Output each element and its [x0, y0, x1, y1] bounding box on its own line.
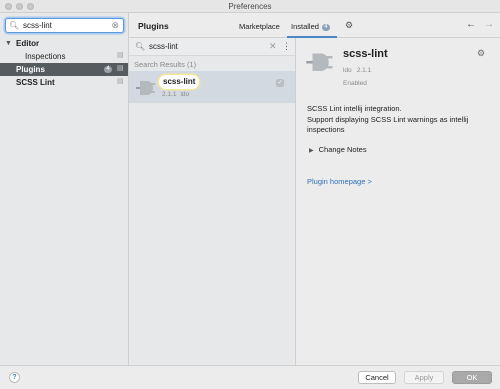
clear-search-icon[interactable]: ✕ — [269, 41, 277, 52]
plugins-count-badge: 4 — [104, 66, 112, 73]
ok-button[interactable]: OK — [452, 371, 492, 384]
installed-count-badge: 4 — [321, 24, 330, 31]
chevron-right-icon: ▶ — [309, 148, 314, 154]
plugin-homepage-link[interactable]: Plugin homepage > — [307, 177, 372, 186]
more-options-icon[interactable]: ⋮ — [282, 41, 291, 52]
plugin-name: scss-lint — [159, 75, 200, 89]
settings-sidebar: 🔍︎ scss-lint ⊗ ▼ Editor Inspections ▤ Pl… — [0, 13, 129, 365]
change-notes-toggle[interactable]: ▶ Change Notes — [309, 145, 367, 154]
plugin-list-panel: 🔍︎ scss-lint ✕ ⋮ Search Results (1) scss… — [129, 38, 296, 365]
search-results-label: Search Results (1) — [134, 60, 197, 69]
search-icon: 🔍︎ — [9, 21, 20, 30]
plugin-search-input[interactable]: 🔍︎ scss-lint ✕ ⋮ — [129, 38, 295, 56]
plugin-description-line1: SCSS Lint intellij integration. — [307, 104, 402, 113]
plugin-description-line2: Support displaying SCSS Lint warnings as… — [307, 115, 469, 134]
chevron-down-icon[interactable]: ▼ — [5, 37, 12, 50]
plugin-meta: 2.1.1 ldo — [162, 91, 189, 98]
sidebar-item-label: SCSS Lint — [16, 78, 55, 87]
project-settings-icon: ▤ — [117, 52, 124, 59]
sidebar-item-label: Plugins — [16, 65, 45, 74]
page-title: Plugins — [138, 21, 169, 31]
plugins-header: Plugins Marketplace Installed 4 ⚙︎ ← → — [129, 13, 500, 38]
sidebar-item-label: Inspections — [25, 52, 66, 61]
plugin-detail-panel: scss-lint ldo 2.1.1 Enabled ⚙︎ SCSS Lint … — [296, 38, 500, 365]
plugin-detail-vendor: ldo — [343, 67, 352, 74]
help-button[interactable]: ? — [9, 372, 20, 383]
plugin-detail-meta: ldo 2.1.1 — [343, 67, 371, 74]
change-notes-label: Change Notes — [318, 145, 367, 154]
tab-marketplace[interactable]: Marketplace — [239, 22, 280, 31]
plugin-version: 2.1.1 — [162, 91, 177, 98]
gear-icon[interactable]: ⚙︎ — [477, 48, 485, 59]
plugin-icon — [136, 81, 155, 95]
dialog-footer: ? Cancel Apply OK — [0, 365, 500, 389]
sidebar-item-plugins[interactable]: Plugins 4 ▤ — [0, 63, 128, 76]
apply-button[interactable]: Apply — [404, 371, 444, 384]
window-titlebar: Preferences — [0, 0, 500, 13]
back-arrow-icon[interactable]: ← — [466, 19, 476, 30]
plugin-detail-version: 2.1.1 — [356, 67, 372, 74]
plugin-enabled-checkbox[interactable]: ✓ — [276, 79, 284, 87]
sidebar-item-scss-lint[interactable]: SCSS Lint ▤ — [0, 76, 128, 89]
plugin-icon — [306, 53, 333, 71]
project-settings-icon: ▤ — [117, 65, 124, 72]
plugin-status: Enabled — [343, 80, 367, 87]
window-title: Preferences — [228, 2, 272, 11]
project-settings-icon: ▤ — [117, 78, 124, 85]
settings-search-value[interactable]: scss-lint — [23, 21, 52, 30]
gear-icon[interactable]: ⚙︎ — [345, 20, 353, 31]
sidebar-item-label: Editor — [16, 39, 40, 48]
plugin-detail-name: scss-lint — [343, 48, 388, 60]
clear-search-icon[interactable]: ⊗ — [111, 20, 119, 31]
settings-search-input[interactable]: 🔍︎ scss-lint ⊗ — [5, 18, 124, 33]
tab-installed-label: Installed — [291, 22, 319, 31]
plugin-search-value[interactable]: scss-lint — [149, 42, 178, 51]
sidebar-item-editor[interactable]: ▼ Editor — [0, 37, 128, 50]
tab-installed[interactable]: Installed 4 — [291, 22, 330, 31]
sidebar-item-inspections[interactable]: Inspections ▤ — [0, 50, 128, 63]
cancel-button[interactable]: Cancel — [358, 371, 396, 384]
forward-arrow-icon[interactable]: → — [484, 19, 494, 30]
search-icon: 🔍︎ — [135, 42, 146, 51]
list-item[interactable]: scss-lint 2.1.1 ldo ✓ — [129, 71, 295, 103]
plugin-vendor: ldo — [180, 91, 190, 98]
